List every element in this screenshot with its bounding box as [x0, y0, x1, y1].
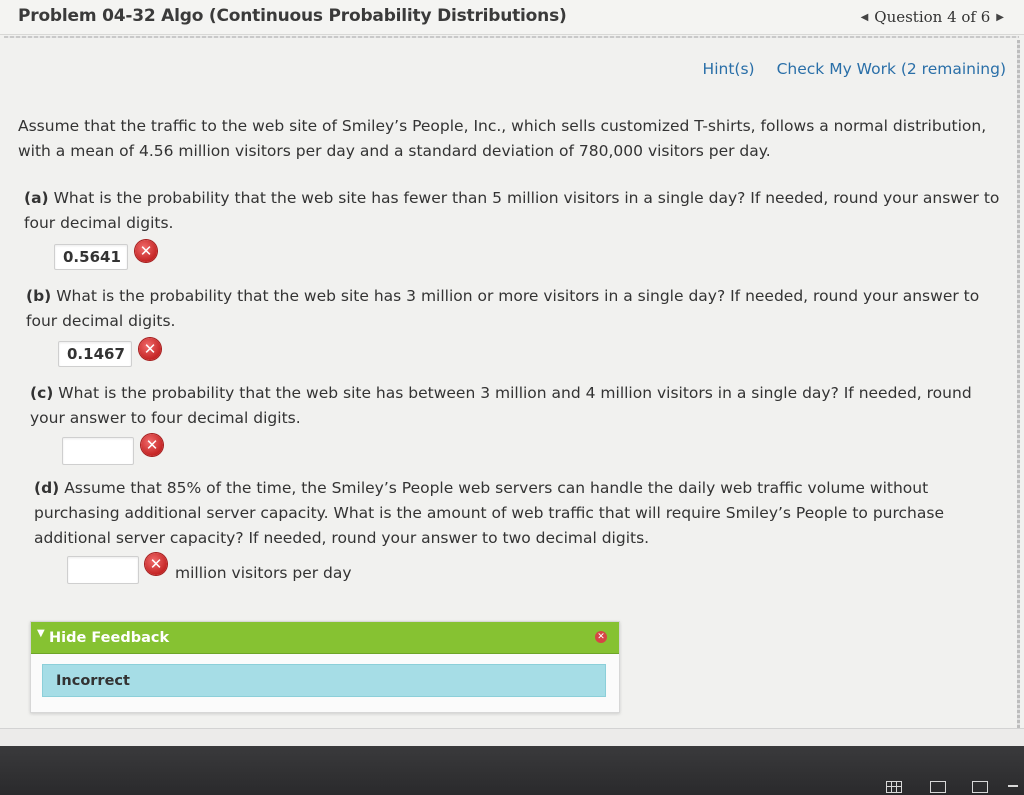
minimize-icon[interactable] [1008, 785, 1018, 787]
part-b: (b) What is the probability that the web… [26, 284, 986, 334]
error-icon: ✕ [141, 434, 163, 456]
hints-link[interactable]: Hint(s) [703, 60, 755, 78]
part-a-label: (a) [24, 189, 49, 207]
hint-bar: Hint(s) Check My Work (2 remaining) [703, 60, 1006, 78]
feedback-message: Incorrect [42, 664, 606, 697]
part-a-answer-input[interactable]: 0.5641 [54, 244, 128, 270]
part-c: (c) What is the probability that the web… [30, 381, 990, 431]
part-c-question: What is the probability that the web sit… [30, 384, 972, 427]
previous-question-icon[interactable]: ◀ [861, 12, 869, 23]
part-d-unit-label: million visitors per day [175, 564, 352, 582]
question-counter: Question 4 of 6 [874, 8, 991, 26]
part-c-answer-input[interactable] [62, 437, 134, 465]
check-my-work-link[interactable]: Check My Work (2 remaining) [777, 60, 1006, 78]
part-b-answer-input[interactable]: 0.1467 [58, 341, 132, 367]
error-icon: ✕ [135, 240, 157, 262]
header-divider [4, 36, 1019, 38]
next-question-icon[interactable]: ▶ [996, 12, 1004, 23]
error-icon: ✕ [139, 338, 161, 360]
problem-intro: Assume that the traffic to the web site … [18, 117, 987, 160]
book-view-icon[interactable] [972, 781, 988, 793]
part-d-question: Assume that 85% of the time, the Smiley’… [34, 479, 944, 547]
problem-header: Problem 04-32 Algo (Continuous Probabili… [0, 0, 1024, 35]
hide-feedback-bar[interactable]: ▼ Hide Feedback ✕ [31, 622, 619, 654]
part-a-question: What is the probability that the web sit… [24, 189, 1000, 232]
part-b-question: What is the probability that the web sit… [26, 287, 980, 330]
error-icon: ✕ [145, 553, 167, 575]
part-d: (d) Assume that 85% of the time, the Smi… [34, 476, 974, 551]
grid-view-icon[interactable] [886, 781, 902, 793]
part-c-label: (c) [30, 384, 54, 402]
problem-title: Problem 04-32 Algo (Continuous Probabili… [18, 6, 567, 26]
part-b-label: (b) [26, 287, 52, 305]
feedback-panel: ▼ Hide Feedback ✕ Incorrect [30, 621, 620, 713]
close-icon[interactable]: ✕ [595, 631, 607, 643]
problem-page: Problem 04-32 Algo (Continuous Probabili… [0, 0, 1024, 795]
part-d-answer-input[interactable] [67, 556, 139, 584]
part-d-label: (d) [34, 479, 60, 497]
part-a: (a) What is the probability that the web… [24, 186, 1014, 236]
page-scrollbar[interactable] [1017, 40, 1020, 730]
hide-feedback-label[interactable]: Hide Feedback [49, 630, 169, 646]
taskbar [0, 746, 1024, 795]
document-view-icon[interactable] [930, 781, 946, 793]
collapse-triangle-icon: ▼ [37, 628, 45, 639]
page-bottom-edge [0, 728, 1024, 747]
question-navigation: ◀ Question 4 of 6 ▶ [861, 8, 1004, 26]
